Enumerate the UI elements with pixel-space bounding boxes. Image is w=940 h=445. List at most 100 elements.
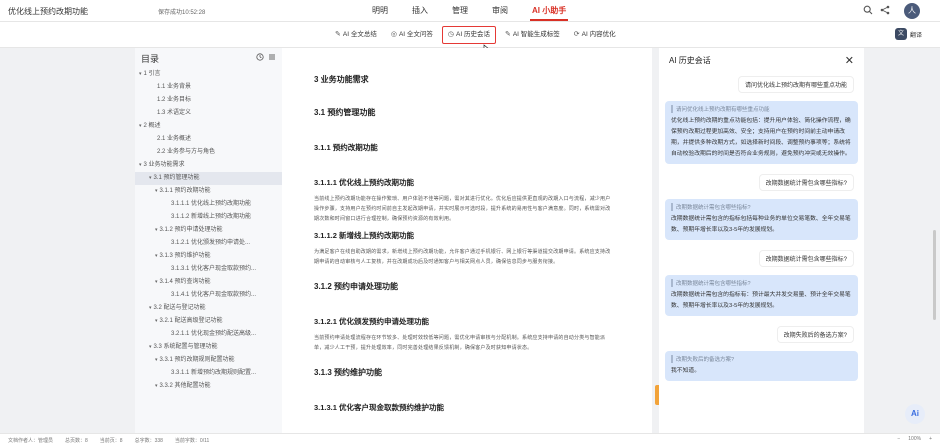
- scrollbar-thumb[interactable]: [933, 230, 936, 320]
- menu-tab-3[interactable]: 审阅: [480, 0, 520, 22]
- outline-item[interactable]: ▾ 3.2 配送与登记功能: [135, 302, 282, 315]
- page-scrollbar[interactable]: [932, 60, 937, 430]
- menu-tab-1[interactable]: 插入: [400, 0, 440, 22]
- outline-item[interactable]: 3.2.1.1 优化现金预约配送高级...: [135, 328, 282, 341]
- outline-item-label: 3.1.3 预约维护功能: [159, 253, 211, 259]
- outline-item[interactable]: 3.1.1.1 优化线上预约改期功能: [135, 198, 282, 211]
- caret-down-icon[interactable]: ▾: [155, 318, 158, 324]
- outline-panel: 目录 ▾ 1 引言 1.1 业务背景 1.2 业务目标 1.3 术语定义 ▾ 2 概述 2.1…: [135, 48, 282, 433]
- outline-item[interactable]: 1.3 术语定义: [135, 107, 282, 120]
- outline-item[interactable]: 3.1.4.1 优化客户现金取款预约...: [135, 289, 282, 302]
- outline-item-label: 3.3.2 其他配置功能: [159, 383, 211, 389]
- caret-down-icon[interactable]: ▾: [155, 227, 158, 233]
- section-heading: 3.1.2.1 优化颁发预约申请处理功能: [314, 317, 430, 326]
- status-item: 文档作者人：管理员: [8, 438, 54, 444]
- outline-item[interactable]: 2.1 业务概述: [135, 133, 282, 146]
- tool-label: AI 智能生成标签: [512, 31, 560, 38]
- outline-item[interactable]: 2.2 业务参与方与角色: [135, 146, 282, 159]
- outline-item-label: 3.1.1.2 新增线上预约改期功能: [171, 214, 252, 220]
- user-question: 改期失败后的备选方案?: [776, 326, 854, 343]
- outline-item[interactable]: 3.3.1.1 新增预约改期规则配置...: [135, 367, 282, 380]
- outline-item[interactable]: ▾ 3.3.1 预约改期规则配置功能: [135, 354, 282, 367]
- outline-item-label: 3.1.1 预约改期功能: [159, 188, 211, 194]
- caret-down-icon[interactable]: ▾: [155, 188, 158, 194]
- ai-tool-button-1[interactable]: ◎ AI 全文问答: [386, 26, 438, 44]
- outline-item[interactable]: ▾ 3.1.2 预约申请处理功能: [135, 224, 282, 237]
- outline-item[interactable]: 3.1.3.1 优化客户现金取款预约...: [135, 263, 282, 276]
- menu-tab-4[interactable]: AI 小助手: [520, 0, 578, 22]
- ai-tool-button-2[interactable]: ◷ AI 历史会话: [441, 26, 496, 44]
- caret-down-icon[interactable]: ▾: [155, 357, 158, 363]
- body-paragraph: 为满足客户在线自助改期的需求，新增线上预约改期功能，允许客户通过手机银行、网上银…: [314, 249, 611, 265]
- outline-item[interactable]: ▾ 1 引言: [135, 68, 282, 81]
- zoom-out-icon[interactable]: −: [897, 436, 900, 442]
- outline-item[interactable]: 1.2 业务目标: [135, 94, 282, 107]
- outline-item[interactable]: 3.1.1.2 新增线上预约改期功能: [135, 211, 282, 224]
- save-status: 保存成功10:52:28: [158, 10, 206, 16]
- caret-down-icon[interactable]: ▾: [155, 279, 158, 285]
- ai-tool-button-0[interactable]: ✎ AI 全文总结: [330, 26, 382, 44]
- body-paragraph: 当前预约申请处理流程存在环节较多、处理时效较低等问题，需优化申请审核与分配机制。…: [314, 335, 606, 351]
- translate-button[interactable]: 文 翻译: [894, 28, 922, 40]
- tool-icon: ◷: [447, 31, 454, 38]
- zoom-level[interactable]: 100%: [908, 436, 921, 442]
- outline-item[interactable]: ▾ 3 业务功能需求: [135, 159, 282, 172]
- section-heading: 3.1.3.1 优化客户现金取款预约维护功能: [314, 403, 445, 412]
- caret-down-icon[interactable]: ▾: [149, 305, 152, 311]
- caret-down-icon[interactable]: ▾: [149, 175, 152, 181]
- outline-item-label: 3.1.4 预约查询功能: [159, 279, 211, 285]
- document-title: 优化线上预约改期功能: [8, 7, 88, 16]
- outline-item-label: 2.2 业务参与方与角色: [157, 149, 216, 155]
- outline-item[interactable]: ▾ 3.1.3 预约维护功能: [135, 250, 282, 263]
- top-actions: 人: [862, 3, 920, 19]
- outline-item-label: 2.1 业务概述: [157, 136, 192, 142]
- caret-down-icon[interactable]: ▾: [139, 71, 142, 77]
- outline-item[interactable]: ▾ 3.1.1 预约改期功能: [135, 185, 282, 198]
- zoom-controls: − 100% +: [897, 436, 932, 442]
- outline-item-label: 3.1.2.1 优化颁发预约申请处...: [171, 240, 251, 246]
- outline-item-label: 3.1 预约管理功能: [153, 175, 200, 181]
- outline-item-label: 3.2 配送与登记功能: [153, 305, 206, 311]
- answer-text: 改期数据统计需包含的指标有：预计最大并发交易量、预计全年交易笔数、预期年增长率以…: [671, 292, 851, 309]
- caret-down-icon[interactable]: ▾: [155, 383, 158, 389]
- ai-tools: ✎ AI 全文总结 ◎ AI 全文问答 ◷ AI 历史会话 ✎ AI 智能生成标签 ⟳ AI 内容…: [330, 26, 621, 44]
- document-page[interactable]: 3 业务功能需求 3.1 预约管理功能 3.1.1 预约改期功能 3.1.1.1 优化…: [282, 48, 652, 433]
- tool-label: AI 内容优化: [581, 31, 616, 38]
- avatar[interactable]: 人: [904, 3, 920, 19]
- caret-down-icon[interactable]: ▾: [139, 123, 142, 129]
- status-item: 总页数：8: [65, 438, 88, 444]
- tool-icon: ✎: [504, 31, 511, 38]
- outline-item[interactable]: 1.1 业务背景: [135, 81, 282, 94]
- outline-item[interactable]: ▾ 3.3.2 其他配置功能: [135, 380, 282, 393]
- clock-icon[interactable]: [256, 53, 264, 63]
- outline-item[interactable]: 3.1.2.1 优化颁发预约申请处...: [135, 237, 282, 250]
- search-icon[interactable]: [862, 5, 874, 17]
- outline-item[interactable]: ▾ 3.1.4 预约查询功能: [135, 276, 282, 289]
- outline-item[interactable]: ▾ 3.1 预约管理功能: [135, 172, 282, 185]
- ai-conversation[interactable]: 请问优化线上预约改期有哪些重点功能 请问优化线上预约改期有哪些重点功能 优化线上预…: [659, 76, 864, 381]
- caret-down-icon[interactable]: ▾: [149, 344, 152, 350]
- menu-tab-2[interactable]: 管理: [440, 0, 480, 22]
- zoom-in-icon[interactable]: +: [929, 436, 932, 442]
- ai-tool-button-3[interactable]: ✎ AI 智能生成标签: [500, 26, 565, 44]
- close-icon[interactable]: ✕: [845, 54, 854, 67]
- section-heading: 3.1.1 预约改期功能: [314, 143, 378, 152]
- outline-item-label: 3.1.4.1 优化客户现金取款预约...: [171, 292, 257, 298]
- outline-list: ▾ 1 引言 1.1 业务背景 1.2 业务目标 1.3 术语定义 ▾ 2 概述 2.1 业务…: [135, 68, 282, 393]
- outline-item[interactable]: ▾ 3.2.1 配送高级登记功能: [135, 315, 282, 328]
- outline-item[interactable]: ▾ 2 概述: [135, 120, 282, 133]
- tool-label: AI 全文总结: [342, 31, 377, 38]
- ai-tool-button-4[interactable]: ⟳ AI 内容优化: [569, 26, 621, 44]
- outline-item-label: 1.1 业务背景: [157, 84, 192, 90]
- outline-item-label: 3.1.1.1 优化线上预约改期功能: [171, 201, 252, 207]
- share-icon[interactable]: [879, 5, 891, 17]
- menu-tab-0[interactable]: 明明: [360, 0, 400, 22]
- ai-assistant-button[interactable]: Ai: [905, 404, 925, 424]
- caret-down-icon[interactable]: ▾: [139, 162, 142, 168]
- outline-item[interactable]: ▾ 3.3 系统配置与管理功能: [135, 341, 282, 354]
- outline-item-label: 3.3.1 预约改期规则配置功能: [159, 357, 235, 363]
- outline-item-label: 3.1.3.1 优化客户现金取款预约...: [171, 266, 257, 272]
- list-menu-icon[interactable]: [268, 53, 276, 63]
- caret-down-icon[interactable]: ▾: [155, 253, 158, 259]
- ai-answer: 请问优化线上预约改期有哪些重点功能 优化线上预约改期的重点功能包括：提升用户体验、…: [665, 101, 858, 164]
